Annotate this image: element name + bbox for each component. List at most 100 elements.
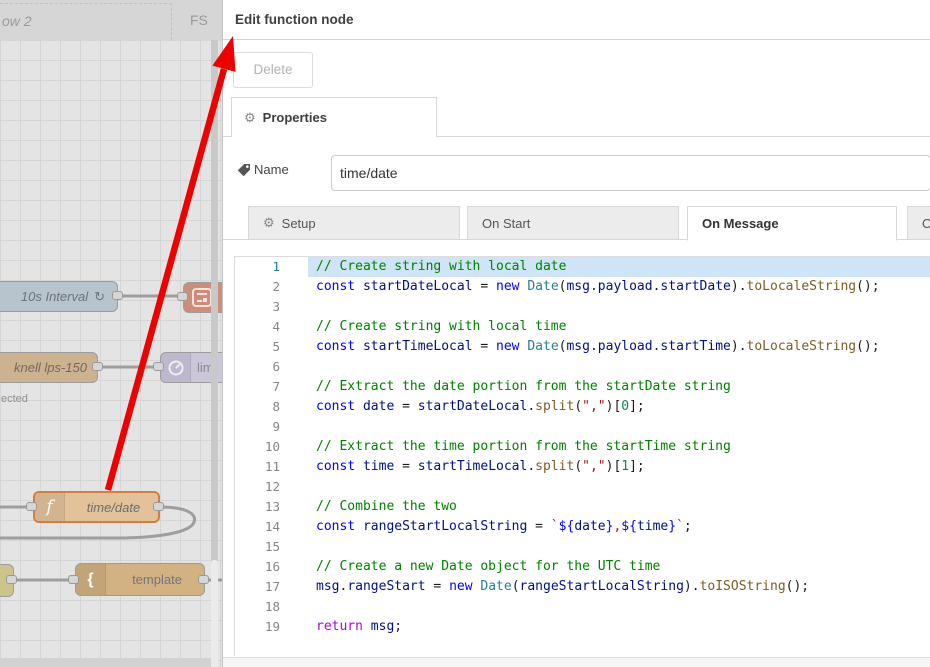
output-port[interactable] — [6, 575, 17, 584]
output-port[interactable] — [153, 502, 164, 511]
code-line-text: // Extract the time portion from the sta… — [308, 437, 930, 457]
input-port[interactable] — [68, 575, 79, 584]
name-form-row: Name — [223, 150, 930, 196]
edit-function-node-dialog: Edit function node Delete ⚙ Properties N… — [222, 0, 930, 667]
tab-on-message[interactable]: On Message — [687, 206, 897, 241]
scrollbar-thumb[interactable] — [211, 560, 218, 667]
tab-on-message-label: On Message — [702, 216, 779, 231]
code-line[interactable]: 1// Create string with local date — [235, 257, 930, 277]
node-label: template — [116, 564, 198, 595]
output-port[interactable] — [92, 362, 103, 371]
node-red-editor: ow 2 FS 10s Interval↻ — [0, 0, 930, 667]
node-label: 10s Interval — [21, 289, 88, 304]
flow-canvas[interactable]: ow 2 FS 10s Interval↻ — [0, 0, 222, 667]
gear-icon: ⚙ — [263, 215, 275, 231]
line-number: 5 — [235, 337, 280, 357]
line-number: 6 — [235, 357, 280, 377]
code-line-text: const startDateLocal = new Date(msg.payl… — [308, 277, 930, 297]
line-number: 4 — [235, 317, 280, 337]
tag-icon — [237, 163, 251, 177]
node-inject-10s-interval[interactable]: 10s Interval ↻ — [0, 281, 118, 312]
code-line[interactable]: 5 const startTimeLocal = new Date(msg.pay… — [235, 337, 930, 357]
line-number: 16 — [235, 557, 280, 577]
line-number: 13 — [235, 497, 280, 517]
code-line[interactable]: 15 — [235, 537, 930, 557]
code-line-text: const date = startDateLocal.split(",")[0… — [308, 397, 930, 417]
name-label: Name — [254, 162, 289, 177]
code-line[interactable]: 2 const startDateLocal = new Date(msg.pay… — [235, 277, 930, 297]
code-line[interactable]: 12 — [235, 477, 930, 497]
tab-setup-label: Setup — [282, 216, 316, 231]
canvas-vertical-scrollbar[interactable] — [211, 40, 218, 667]
line-number: 15 — [235, 537, 280, 557]
tab-on-start-label: On Start — [482, 216, 530, 231]
node-label: knell lps-150 — [14, 353, 87, 382]
node-template[interactable]: { template — [75, 563, 205, 596]
line-number: 12 — [235, 477, 280, 497]
gear-icon: ⚙ — [244, 110, 256, 126]
line-number: 9 — [235, 417, 280, 437]
line-number: 7 — [235, 377, 280, 397]
tab-on-start[interactable]: On Start — [467, 206, 679, 240]
line-number: 14 — [235, 517, 280, 537]
node-status-text: ected — [1, 393, 28, 405]
input-port[interactable] — [26, 502, 37, 511]
code-line-text: const startTimeLocal = new Date(msg.payl… — [308, 337, 930, 357]
code-line-text: // Create string with local date — [308, 257, 930, 277]
line-number: 3 — [235, 297, 280, 317]
output-port[interactable] — [112, 291, 123, 300]
code-editor[interactable]: 1// Create string with local date2 const … — [234, 256, 930, 656]
function-icon: f — [35, 493, 65, 521]
code-line-text: // Create a new Date object for the UTC … — [308, 557, 930, 577]
line-number: 10 — [235, 437, 280, 457]
code-line-text: return msg; — [308, 617, 930, 637]
serial-device-icon — [191, 288, 213, 308]
output-port[interactable] — [198, 575, 209, 584]
code-line[interactable]: 6 — [235, 357, 930, 377]
node-function-time-date[interactable]: f time/date — [33, 491, 160, 523]
input-port[interactable] — [177, 292, 188, 301]
node-label: time/date — [75, 493, 152, 521]
code-line[interactable]: 16 // Create a new Date object for the UT… — [235, 557, 930, 577]
line-number: 17 — [235, 577, 280, 597]
line-number: 18 — [235, 597, 280, 617]
code-line[interactable]: 19 return msg; — [235, 617, 930, 637]
function-tabs: ⚙ Setup On Start On Message On Stop — [223, 206, 930, 240]
line-number: 8 — [235, 397, 280, 417]
tab-on-stop[interactable]: On Stop — [907, 206, 930, 240]
code-line-text: const time = startTimeLocal.split(",")[1… — [308, 457, 930, 477]
code-line-text: const rangeStartLocalString = `${date},$… — [308, 517, 930, 537]
delete-button[interactable]: Delete — [233, 52, 313, 88]
dialog-title: Edit function node — [235, 12, 353, 27]
code-line[interactable]: 4 // Create string with local time — [235, 317, 930, 337]
code-line-text: msg.rangeStart = new Date(rangeStartLoca… — [308, 577, 930, 597]
dialog-footer — [223, 657, 930, 667]
code-line-text: // Create string with local time — [308, 317, 930, 337]
input-port[interactable] — [153, 362, 164, 371]
name-input[interactable] — [331, 155, 930, 191]
repeat-icon: ↻ — [94, 289, 105, 305]
tab-setup[interactable]: ⚙ Setup — [248, 206, 460, 240]
tab-properties[interactable]: ⚙ Properties — [231, 97, 437, 137]
code-line[interactable]: 8 const date = startDateLocal.split(",")[… — [235, 397, 930, 417]
code-line-text: // Extract the date portion from the sta… — [308, 377, 930, 397]
dialog-header: Edit function node — [223, 0, 930, 40]
code-line[interactable]: 10 // Extract the time portion from the s… — [235, 437, 930, 457]
tab-properties-label: Properties — [263, 110, 327, 125]
code-line[interactable]: 17 msg.rangeStart = new Date(rangeStartLo… — [235, 577, 930, 597]
code-line[interactable]: 11 const time = startTimeLocal.split(",")… — [235, 457, 930, 477]
code-line[interactable]: 18 — [235, 597, 930, 617]
delay-timer-icon — [167, 359, 185, 377]
code-line[interactable]: 13// Combine the two — [235, 497, 930, 517]
line-number: 19 — [235, 617, 280, 637]
code-line[interactable]: 7 // Extract the date portion from the st… — [235, 377, 930, 397]
canvas-horizontal-scrollbar[interactable] — [0, 658, 211, 667]
node-knell-lps-150[interactable]: knell lps-150 — [0, 352, 98, 383]
tab-on-stop-label: On Stop — [922, 216, 930, 231]
code-line[interactable]: 9 — [235, 417, 930, 437]
code-line[interactable]: 3 — [235, 297, 930, 317]
code-line[interactable]: 14 const rangeStartLocalString = `${date}… — [235, 517, 930, 537]
line-number: 2 — [235, 277, 280, 297]
template-brace-icon: { — [76, 564, 106, 595]
line-number: 11 — [235, 457, 280, 477]
